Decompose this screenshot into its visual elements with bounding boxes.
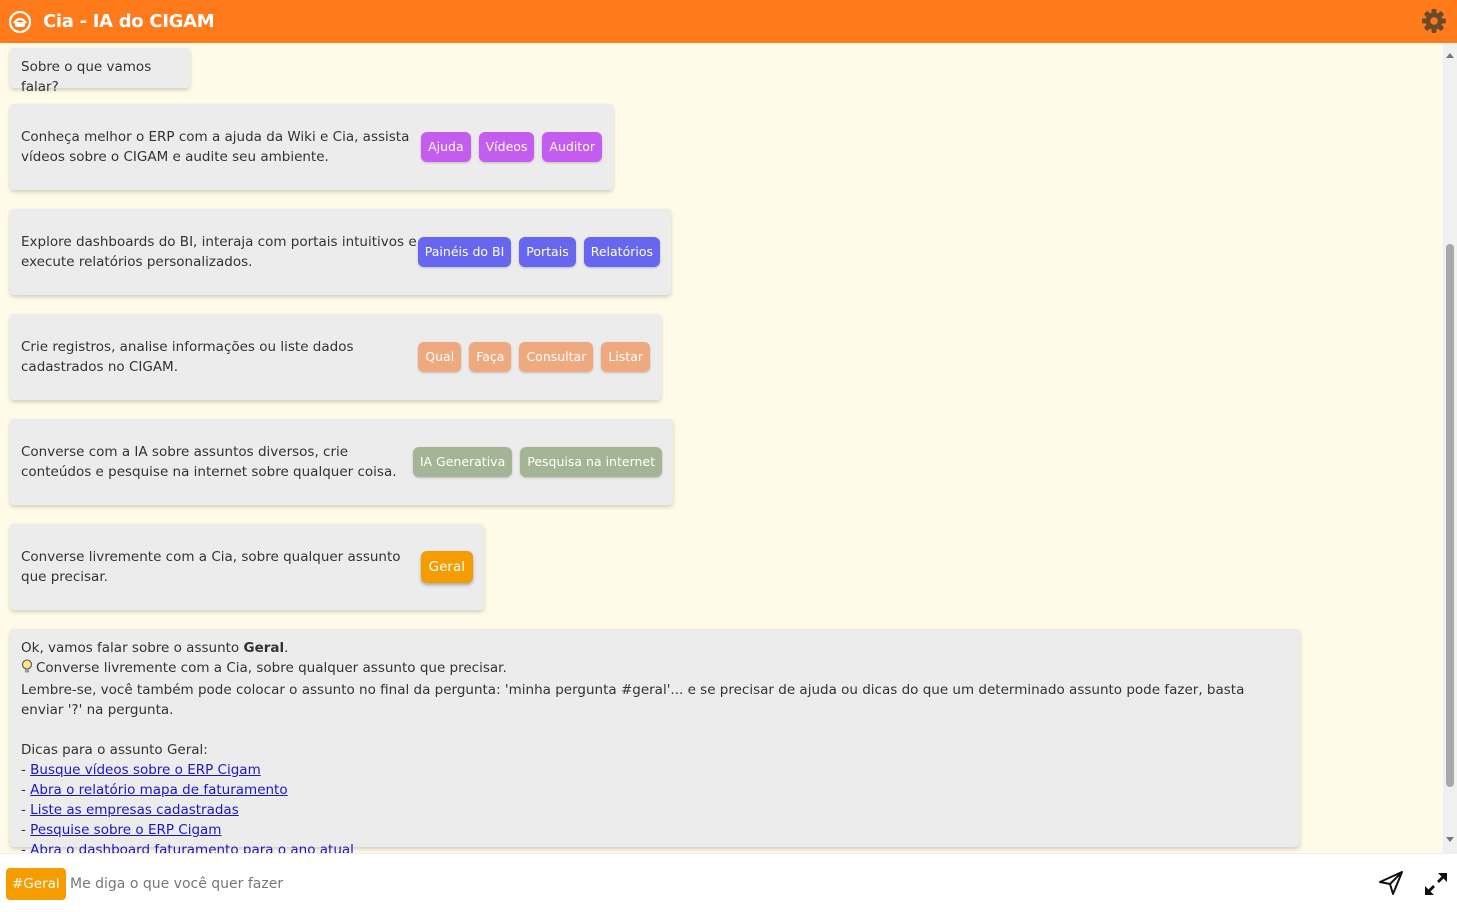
topic-card-description: Explore dashboards do BI, interaja com p… [21,234,417,270]
topic-card-records: Crie registros, analise informações ou l… [10,314,661,400]
paineis-bi-button[interactable]: Painéis do BI [417,237,512,267]
lightbulb-icon [21,659,33,680]
input-bar: #Geral [0,853,1457,912]
listar-button[interactable]: Listar [601,342,650,372]
tip-item: - Liste as empresas cadastradas [21,802,239,818]
tip-link[interactable]: Pesquise sobre o ERP Cigam [30,822,221,838]
auditor-button[interactable]: Auditor [542,132,602,162]
response-subject: Geral [243,640,285,656]
ajuda-button[interactable]: Ajuda [421,132,471,162]
app-title: Cia - IA do CIGAM [43,11,215,32]
tip-link[interactable]: Abra o dashboard faturamento para o ano … [30,842,354,853]
tip-link[interactable]: Abra o relatório mapa de faturamento [30,782,287,798]
topic-card-help: Conheça melhor o ERP com a ajuda da Wiki… [10,104,613,190]
response-intro: Ok, vamos falar sobre o assunto Geral. [21,640,289,656]
tip-item: - Busque vídeos sobre o ERP Cigam [21,762,261,778]
consultar-button[interactable]: Consultar [519,342,594,372]
topic-card-description: Converse com a IA sobre assuntos diverso… [21,444,397,480]
response-reminder: Lembre-se, você também pode colocar o as… [21,682,1245,718]
scrollbar-thumb[interactable] [1446,244,1454,787]
qual-button[interactable]: Qual [418,342,462,372]
send-icon[interactable] [1377,869,1405,901]
ia-generativa-button[interactable]: IA Generativa [412,447,513,477]
scroll-down-arrow-icon[interactable] [1446,837,1454,842]
assistant-response: Ok, vamos falar sobre o assunto Geral. C… [10,629,1300,853]
topic-card-description: Crie registros, analise informações ou l… [21,339,354,375]
scroll-up-arrow-icon[interactable] [1446,53,1454,58]
greeting-text: Sobre o que vamos falar? [21,59,152,95]
tip-item: - Pesquise sobre o ERP Cigam [21,822,222,838]
tip-link[interactable]: Liste as empresas cadastradas [30,802,239,818]
expand-icon[interactable] [1423,871,1449,901]
message-input[interactable] [64,868,1344,900]
videos-button[interactable]: Vídeos [478,132,535,162]
tip-item: - Abra o dashboard faturamento para o an… [21,840,1289,853]
tips-heading: Dicas para o assunto Geral: [21,742,208,758]
app-header: Cia - IA do CIGAM [0,0,1457,43]
relatorios-button[interactable]: Relatórios [583,237,660,267]
greeting-message: Sobre o que vamos falar? [10,48,190,95]
faca-button[interactable]: Faça [469,342,512,372]
chat-area: Sobre o que vamos falar? Conheça melhor … [0,43,1443,853]
portais-button[interactable]: Portais [519,237,576,267]
chat-scrollbar[interactable] [1443,43,1457,853]
topic-card-general: Converse livremente com a Cia, sobre qua… [10,524,484,610]
topic-card-ai: Converse com a IA sobre assuntos diverso… [10,419,673,505]
subject-tag[interactable]: #Geral [6,868,66,900]
cia-logo-icon [8,10,32,34]
pesquisa-internet-button[interactable]: Pesquisa na internet [520,447,662,477]
topic-card-bi: Explore dashboards do BI, interaja com p… [10,209,671,295]
geral-button[interactable]: Geral [420,551,473,583]
tip-item: - Abra o relatório mapa de faturamento [21,782,288,798]
tip-link[interactable]: Busque vídeos sobre o ERP Cigam [30,762,261,778]
topic-card-description: Conheça melhor o ERP com a ajuda da Wiki… [21,129,410,165]
topic-card-description: Converse livremente com a Cia, sobre qua… [21,549,401,585]
settings-gear-icon[interactable] [1420,7,1448,35]
response-tip-line: Converse livremente com a Cia, sobre qua… [21,658,1289,680]
